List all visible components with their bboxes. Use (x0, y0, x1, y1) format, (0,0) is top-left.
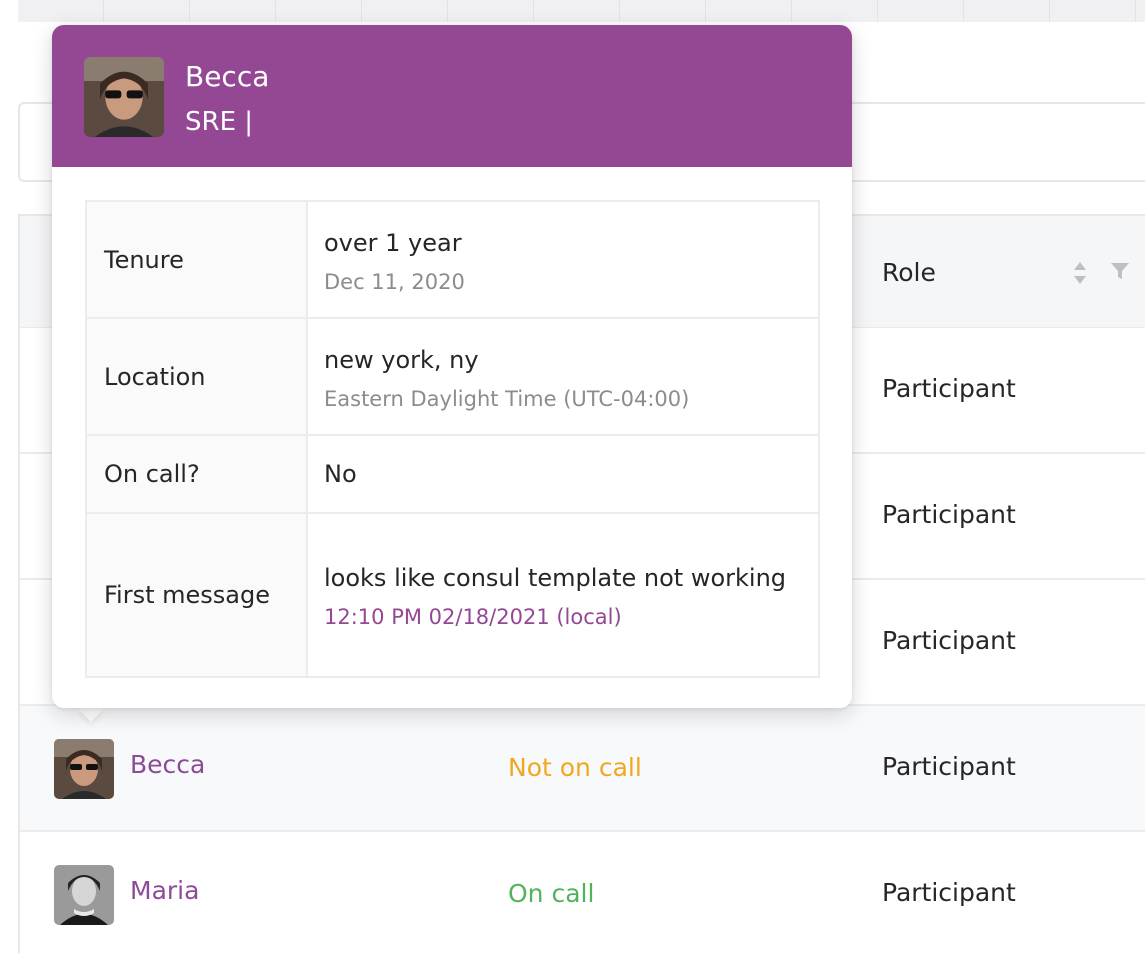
status-badge: Not on call (508, 753, 642, 782)
top-navigation-strip (18, 0, 1145, 22)
tenure-value: over 1 year (324, 228, 462, 257)
role-cell: Participant (882, 878, 1016, 907)
page: Role Participant Participant Participant (0, 0, 1145, 953)
user-name-link[interactable]: Maria (130, 876, 199, 905)
on-call-value: No (324, 460, 357, 488)
avatar[interactable] (54, 739, 114, 799)
user-photo-icon (54, 739, 114, 799)
filter-icon[interactable] (1110, 262, 1130, 280)
role-cell: Participant (882, 500, 1016, 529)
user-name-link[interactable]: Becca (130, 750, 205, 779)
first-message-text: looks like consul template not working (324, 564, 787, 592)
column-header-role[interactable]: Role (882, 258, 936, 287)
info-label: Location (87, 319, 308, 434)
popover-user-role: SRE | (185, 107, 254, 137)
info-row-location: Location new york, ny Eastern Daylight T… (87, 319, 818, 436)
role-cell: Participant (882, 752, 1016, 781)
user-popover: Becca SRE | Tenure over 1 year Dec 11, 2… (52, 25, 852, 708)
role-cell: Participant (882, 626, 1016, 655)
user-info-table: Tenure over 1 year Dec 11, 2020 Location… (85, 200, 820, 678)
table-row[interactable]: Becca Not on call Participant (20, 706, 1145, 832)
first-message-time-link[interactable]: 12:10 PM 02/18/2021 (local) (324, 600, 802, 634)
info-label: First message (87, 514, 308, 676)
info-label: On call? (87, 436, 308, 512)
sort-icon[interactable] (1072, 260, 1088, 286)
popover-header: Becca SRE | (52, 25, 852, 167)
popover-avatar (84, 57, 164, 137)
location-value: new york, ny (324, 345, 479, 374)
tenure-date: Dec 11, 2020 (324, 269, 465, 294)
info-row-tenure: Tenure over 1 year Dec 11, 2020 (87, 202, 818, 319)
info-label: Tenure (87, 202, 308, 317)
user-photo-icon (84, 57, 164, 137)
avatar[interactable] (54, 865, 114, 925)
user-photo-icon (54, 865, 114, 925)
info-row-first-message: First message looks like consul template… (87, 514, 818, 676)
info-row-on-call: On call? No (87, 436, 818, 514)
location-timezone: Eastern Daylight Time (UTC-04:00) (324, 386, 690, 411)
status-badge: On call (508, 879, 595, 908)
popover-user-name: Becca (185, 60, 270, 93)
role-cell: Participant (882, 374, 1016, 403)
table-row[interactable]: Maria On call Participant (20, 832, 1145, 953)
